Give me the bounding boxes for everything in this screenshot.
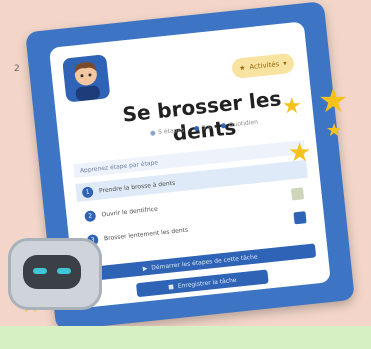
list-icon — [150, 130, 156, 136]
step-label: Ouvrir le dentifrice — [101, 205, 159, 218]
star-icon: ★ — [288, 138, 312, 168]
play-icon: ▶ — [142, 264, 148, 272]
save-task-label: Enregistrer la tâche — [177, 276, 237, 290]
start-steps-label: Démarrer les étapes de cette tâche — [150, 252, 258, 272]
step-number: 2 — [84, 209, 97, 222]
avatar — [62, 54, 111, 103]
star-icon: ★ — [326, 120, 343, 141]
save-icon: ■ — [167, 282, 175, 291]
activities-label: Activités — [248, 60, 280, 72]
side-text: 2 — [14, 64, 20, 74]
boy-avatar-icon — [74, 62, 100, 101]
robot-face — [23, 255, 81, 289]
robot-eyes-icon — [33, 268, 71, 274]
clock-icon — [193, 125, 200, 132]
star-icon: ★ — [238, 63, 246, 73]
chevron-down-icon: ▾ — [282, 59, 288, 68]
calendar-icon — [220, 123, 227, 129]
activities-badge[interactable]: ★ Activités ▾ — [231, 52, 295, 80]
step-label: Brosser lentement les dents — [103, 226, 189, 242]
step-number: 1 — [81, 185, 94, 198]
star-icon: ★ — [282, 94, 302, 119]
star-icon: ★ — [318, 81, 349, 121]
step-label: Prendre la brosse à dents — [98, 179, 176, 195]
toothpaste-thumbnail-icon — [290, 187, 305, 201]
bottom-strip — [0, 326, 371, 349]
brushing-thumbnail-icon — [293, 211, 307, 225]
robot-mascot-icon — [8, 238, 102, 310]
